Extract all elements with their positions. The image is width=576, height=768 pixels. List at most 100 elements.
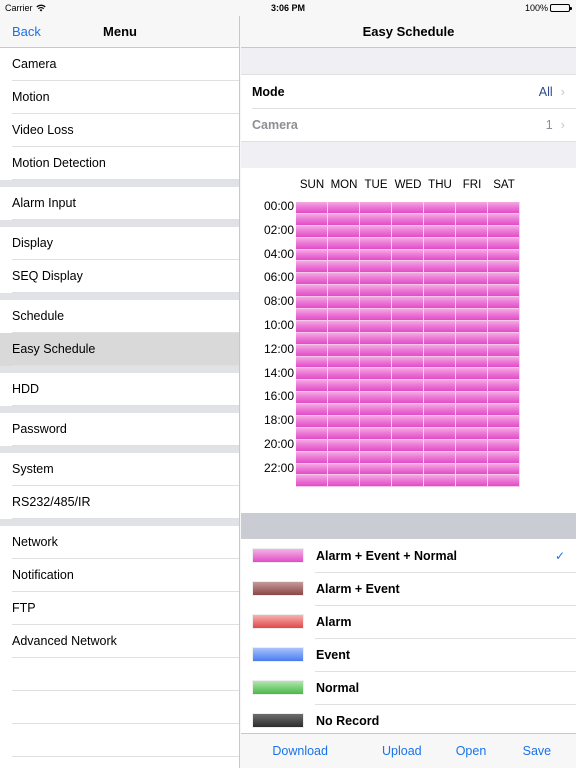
schedule-cell[interactable] bbox=[456, 320, 488, 333]
schedule-cell[interactable] bbox=[296, 202, 328, 214]
schedule-cell[interactable] bbox=[360, 261, 392, 274]
schedule-cell[interactable] bbox=[296, 439, 328, 452]
schedule-cell[interactable] bbox=[360, 404, 392, 417]
schedule-cell[interactable] bbox=[392, 416, 424, 428]
schedule-cell[interactable] bbox=[360, 237, 392, 250]
schedule-cell[interactable] bbox=[488, 273, 520, 286]
schedule-cell[interactable] bbox=[456, 261, 488, 274]
schedule-cell[interactable] bbox=[424, 309, 456, 321]
schedule-cell[interactable] bbox=[456, 380, 488, 393]
schedule-cell[interactable] bbox=[392, 332, 424, 345]
upload-button[interactable]: Upload bbox=[359, 744, 444, 758]
schedule-cell[interactable] bbox=[360, 427, 392, 440]
schedule-cell[interactable] bbox=[392, 439, 424, 452]
schedule-cell[interactable] bbox=[328, 356, 360, 369]
schedule-cell[interactable] bbox=[392, 249, 424, 262]
schedule-cell[interactable] bbox=[296, 261, 328, 274]
schedule-cell[interactable] bbox=[360, 475, 392, 488]
schedule-cell[interactable] bbox=[328, 344, 360, 357]
schedule-cell[interactable] bbox=[424, 475, 456, 488]
schedule-cell[interactable] bbox=[360, 392, 392, 405]
schedule-cell[interactable] bbox=[456, 237, 488, 250]
schedule-cell[interactable] bbox=[296, 309, 328, 321]
schedule-cell[interactable] bbox=[488, 225, 520, 238]
camera-row[interactable]: Camera 1 › bbox=[241, 108, 576, 141]
schedule-cell[interactable] bbox=[328, 225, 360, 238]
save-button[interactable]: Save bbox=[498, 744, 576, 758]
schedule-cell[interactable] bbox=[328, 237, 360, 250]
schedule-cell[interactable] bbox=[456, 475, 488, 488]
schedule-cell[interactable] bbox=[296, 392, 328, 405]
schedule-cell[interactable] bbox=[456, 202, 488, 214]
menu-item-video-loss[interactable]: Video Loss bbox=[0, 114, 239, 147]
schedule-cell[interactable] bbox=[392, 285, 424, 298]
schedule-cell[interactable] bbox=[456, 273, 488, 286]
schedule-cell[interactable] bbox=[296, 285, 328, 298]
schedule-cell[interactable] bbox=[456, 332, 488, 345]
schedule-cell[interactable] bbox=[360, 416, 392, 428]
schedule-cell[interactable] bbox=[392, 225, 424, 238]
schedule-cell[interactable] bbox=[488, 237, 520, 250]
schedule-cell[interactable] bbox=[328, 463, 360, 476]
schedule-cell[interactable] bbox=[424, 451, 456, 464]
schedule-cell[interactable] bbox=[296, 380, 328, 393]
schedule-cell[interactable] bbox=[360, 344, 392, 357]
open-button[interactable]: Open bbox=[444, 744, 497, 758]
menu-item-camera[interactable]: Camera bbox=[0, 48, 239, 81]
schedule-cell[interactable] bbox=[424, 249, 456, 262]
menu-item-motion[interactable]: Motion bbox=[0, 81, 239, 114]
schedule-cell[interactable] bbox=[360, 332, 392, 345]
download-button[interactable]: Download bbox=[241, 744, 359, 758]
schedule-cell[interactable] bbox=[424, 427, 456, 440]
schedule-cell[interactable] bbox=[328, 416, 360, 428]
schedule-cell[interactable] bbox=[360, 320, 392, 333]
schedule-cell[interactable] bbox=[488, 463, 520, 476]
mode-row[interactable]: Mode All › bbox=[241, 75, 576, 108]
schedule-cell[interactable] bbox=[328, 392, 360, 405]
schedule-cell[interactable] bbox=[488, 297, 520, 310]
schedule-cell[interactable] bbox=[392, 297, 424, 310]
menu-item-password[interactable]: Password bbox=[0, 413, 239, 446]
schedule-cell[interactable] bbox=[488, 213, 520, 226]
record-mode-row-alarm-event-normal[interactable]: Alarm + Event + Normal ✓ bbox=[241, 539, 576, 572]
schedule-cell[interactable] bbox=[456, 249, 488, 262]
schedule-cell[interactable] bbox=[360, 451, 392, 464]
schedule-cell[interactable] bbox=[392, 237, 424, 250]
schedule-cell[interactable] bbox=[328, 261, 360, 274]
menu-item-display[interactable]: Display bbox=[0, 227, 239, 260]
schedule-cell[interactable] bbox=[488, 439, 520, 452]
schedule-cell[interactable] bbox=[392, 380, 424, 393]
schedule-cell[interactable] bbox=[488, 344, 520, 357]
menu-item-alarm-input[interactable]: Alarm Input bbox=[0, 187, 239, 220]
schedule-cell[interactable] bbox=[488, 416, 520, 428]
schedule-cell[interactable] bbox=[328, 285, 360, 298]
schedule-cell[interactable] bbox=[296, 344, 328, 357]
schedule-grid[interactable] bbox=[296, 202, 520, 488]
schedule-cell[interactable] bbox=[328, 273, 360, 286]
schedule-cell[interactable] bbox=[360, 285, 392, 298]
schedule-cell[interactable] bbox=[392, 368, 424, 381]
schedule-cell[interactable] bbox=[488, 356, 520, 369]
schedule-cell[interactable] bbox=[488, 451, 520, 464]
schedule-cell[interactable] bbox=[360, 309, 392, 321]
menu-item-ftp[interactable]: FTP bbox=[0, 592, 239, 625]
schedule-cell[interactable] bbox=[424, 213, 456, 226]
schedule-cell[interactable] bbox=[296, 404, 328, 417]
schedule-cell[interactable] bbox=[424, 332, 456, 345]
schedule-cell[interactable] bbox=[296, 427, 328, 440]
schedule-cell[interactable] bbox=[456, 404, 488, 417]
record-mode-row-alarm[interactable]: Alarm bbox=[241, 605, 576, 638]
schedule-cell[interactable] bbox=[328, 427, 360, 440]
menu-item-hdd[interactable]: HDD bbox=[0, 373, 239, 406]
schedule-cell[interactable] bbox=[360, 202, 392, 214]
schedule-cell[interactable] bbox=[360, 463, 392, 476]
schedule-cell[interactable] bbox=[328, 309, 360, 321]
menu-item-rs232-485-ir[interactable]: RS232/485/IR bbox=[0, 486, 239, 519]
schedule-cell[interactable] bbox=[488, 392, 520, 405]
schedule-cell[interactable] bbox=[488, 249, 520, 262]
schedule-cell[interactable] bbox=[456, 439, 488, 452]
schedule-cell[interactable] bbox=[328, 332, 360, 345]
record-mode-row-normal[interactable]: Normal bbox=[241, 671, 576, 704]
schedule-cell[interactable] bbox=[360, 439, 392, 452]
schedule-cell[interactable] bbox=[488, 404, 520, 417]
